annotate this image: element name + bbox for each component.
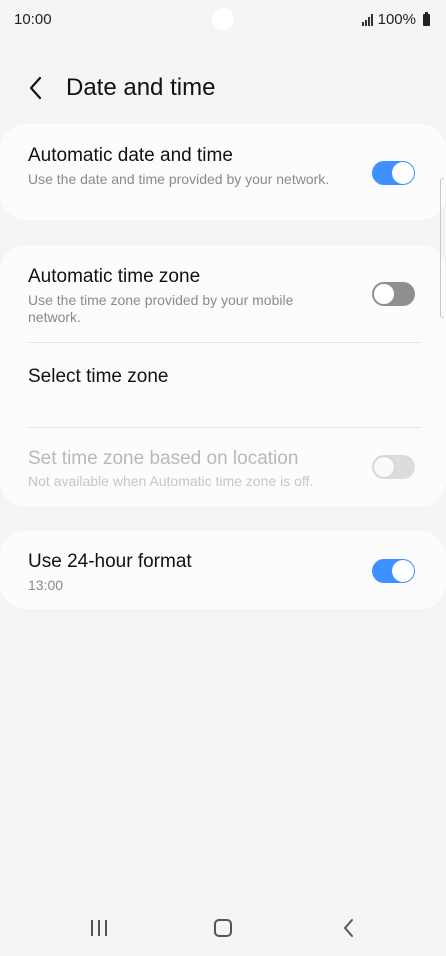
setting-24-hour-format[interactable]: Use 24-hour format 13:00	[0, 531, 446, 609]
scrollbar[interactable]	[440, 178, 444, 318]
card-time-zone: Automatic time zone Use the time zone pr…	[0, 245, 446, 507]
setting-title: Select time zone	[28, 366, 169, 387]
home-icon[interactable]	[214, 919, 232, 937]
setting-title: Automatic date and time	[28, 145, 233, 166]
signal-icon	[361, 13, 373, 26]
setting-auto-time-zone[interactable]: Automatic time zone Use the time zone pr…	[0, 245, 446, 342]
setting-subtitle: Use the time zone provided by your mobil…	[28, 292, 294, 325]
back-icon[interactable]	[340, 917, 358, 939]
setting-auto-date-time[interactable]: Automatic date and time Use the date and…	[0, 124, 446, 220]
battery-percentage: 100%	[377, 11, 416, 28]
setting-title: Automatic time zone	[28, 266, 201, 287]
auto-time-zone-toggle[interactable]	[372, 282, 415, 306]
app-header: Date and time	[0, 64, 446, 112]
location-time-zone-toggle	[372, 455, 415, 479]
battery-icon	[423, 11, 430, 26]
status-indicators: 100%	[361, 11, 430, 28]
recent-apps-icon[interactable]	[88, 919, 110, 937]
setting-location-time-zone: Set time zone based on location Not avai…	[0, 428, 446, 507]
setting-title: Use 24-hour format	[28, 551, 192, 572]
setting-select-time-zone[interactable]: Select time zone	[0, 343, 446, 427]
front-camera	[212, 8, 234, 30]
page-title: Date and time	[66, 74, 216, 101]
auto-date-time-toggle[interactable]	[372, 161, 415, 185]
navigation-bar	[0, 900, 446, 956]
chevron-left-icon[interactable]	[24, 74, 50, 102]
setting-subtitle: 13:00	[28, 577, 64, 593]
setting-title: Set time zone based on location	[28, 448, 299, 469]
setting-subtitle: Not available when Automatic time zone i…	[28, 473, 314, 489]
status-time: 10:00	[14, 11, 52, 28]
status-bar: 10:00 100%	[0, 0, 446, 40]
24-hour-format-toggle[interactable]	[372, 559, 415, 583]
card-24-hour-format: Use 24-hour format 13:00	[0, 531, 446, 609]
card-auto-date-time: Automatic date and time Use the date and…	[0, 124, 446, 220]
setting-subtitle: Use the date and time provided by your n…	[28, 171, 330, 187]
